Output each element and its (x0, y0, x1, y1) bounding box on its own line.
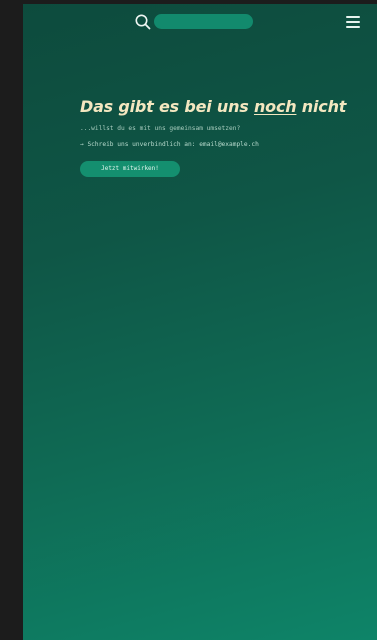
hero-subline: ...willst du es mit uns gemeinsam umsetz… (80, 125, 241, 132)
menu-button[interactable] (346, 16, 360, 28)
join-button[interactable]: Jetzt mitwirken! (80, 161, 180, 177)
top-bar (23, 4, 377, 40)
hamburger-line (346, 21, 360, 23)
hero-section: Das gibt es bei uns noch nicht ...willst… (80, 96, 370, 177)
search-button[interactable] (134, 13, 152, 31)
search-input[interactable] (154, 14, 253, 29)
contact-line: → Schreib uns unverbindlich an: email@ex… (80, 141, 259, 148)
headline-text-end: nicht (296, 97, 347, 116)
app-screen: Das gibt es bei uns noch nicht ...willst… (23, 4, 377, 640)
hamburger-line (346, 26, 360, 28)
search-icon (135, 14, 151, 30)
hero-headline: Das gibt es bei uns noch nicht (80, 96, 370, 118)
headline-text-start: Das gibt es bei uns (80, 97, 254, 116)
headline-emphasis: noch (253, 97, 297, 116)
device-frame: Das gibt es bei uns noch nicht ...willst… (0, 0, 377, 640)
hamburger-menu-icon (346, 16, 360, 18)
